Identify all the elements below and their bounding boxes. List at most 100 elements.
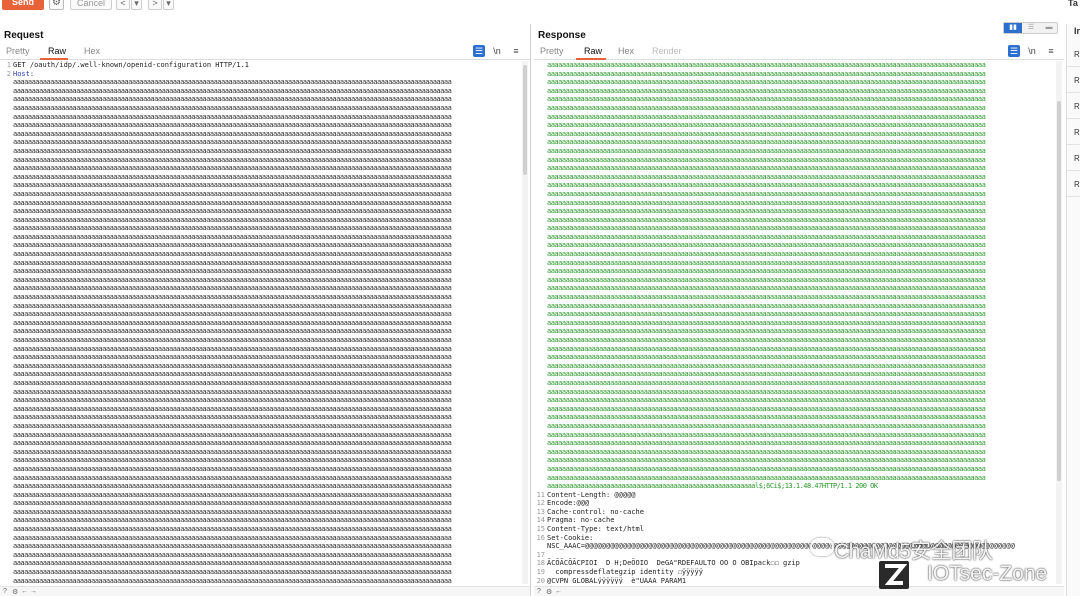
payload-line: aaaaaaaaaaaaaaaaaaaaaaaaaaaaaaaaaaaaaaaa… bbox=[534, 147, 1054, 156]
inspector-section[interactable]: Re bbox=[1067, 94, 1080, 119]
payload-text: aaaaaaaaaaaaaaaaaaaaaaaaaaaaaaaaaaaaaaaa… bbox=[547, 232, 986, 241]
inspector-section[interactable]: Re bbox=[1067, 172, 1080, 197]
split-vertical-icon[interactable]: ☰ bbox=[1022, 23, 1040, 33]
single-view-icon[interactable]: ▬ bbox=[1040, 23, 1058, 33]
request-vertical-scrollbar[interactable] bbox=[522, 61, 528, 584]
panel-divider[interactable] bbox=[530, 24, 531, 596]
help-icon[interactable]: ? bbox=[537, 588, 541, 595]
payload-line: aaaaaaaaaaaaaaaaaaaaaaaaaaaaaaaaaaaaaaaa… bbox=[0, 345, 520, 354]
payload-line: aaaaaaaaaaaaaaaaaaaaaaaaaaaaaaaaaaaaaaaa… bbox=[0, 164, 520, 173]
response-search-bar: ? ⚙ ← bbox=[534, 586, 1064, 596]
tab-response-pretty[interactable]: Pretty bbox=[540, 46, 564, 56]
forward-history-dropdown[interactable]: ▾ bbox=[163, 0, 174, 10]
send-button[interactable]: Send bbox=[2, 0, 44, 10]
response-editor[interactable]: aaaaaaaaaaaaaaaaaaaaaaaaaaaaaaaaaaaaaaaa… bbox=[534, 61, 1054, 584]
payload-text: aaaaaaaaaaaaaaaaaaaaaaaaaaaaaaaaaaaaaaaa… bbox=[547, 189, 986, 198]
payload-text: aaaaaaaaaaaaaaaaaaaaaaaaaaaaaaaaaaaaaaaa… bbox=[547, 344, 986, 353]
payload-line: aaaaaaaaaaaaaaaaaaaaaaaaaaaaaaaaaaaaaaaa… bbox=[0, 525, 520, 534]
tab-request-raw[interactable]: Raw bbox=[48, 46, 66, 56]
payload-text: aaaaaaaaaaaaaaaaaaaaaaaaaaaaaaaaaaaaaaaa… bbox=[13, 516, 452, 525]
payload-text: aaaaaaaaaaaaaaaaaaaaaaaaaaaaaaaaaaaaaaaa… bbox=[547, 155, 986, 164]
payload-text: aaaaaaaaaaaaaaaaaaaaaaaaaaaaaaaaaaaaaaaa… bbox=[13, 568, 452, 577]
forward-arrow-icon[interactable]: → bbox=[30, 588, 37, 595]
payload-text: aaaaaaaaaaaaaaaaaaaaaaaaaaaaaaaaaaaaaaaa… bbox=[13, 121, 452, 130]
back-arrow-icon[interactable]: ← bbox=[555, 588, 562, 595]
tab-response-raw[interactable]: Raw bbox=[584, 46, 602, 56]
tab-request-hex[interactable]: Hex bbox=[84, 46, 100, 56]
host-header-text: Host: bbox=[13, 69, 35, 78]
line-number: 19 bbox=[536, 568, 545, 577]
inspector-section[interactable]: Re bbox=[1067, 42, 1080, 67]
payload-line: aaaaaaaaaaaaaaaaaaaaaaaaaaaaaaaaaaaaaaaa… bbox=[0, 233, 520, 242]
newline-toggle-icon[interactable]: \n bbox=[1026, 45, 1038, 57]
help-icon[interactable]: ? bbox=[3, 588, 7, 595]
payload-line: aaaaaaaaaaaaaaaaaaaaaaaaaaaaaaaaaaaaaaaa… bbox=[0, 173, 520, 182]
response-panel: Response Pretty Raw Hex Render ☰ \n ≡ aa… bbox=[534, 24, 1064, 596]
payload-text: aaaaaaaaaaaaaaaaaaaaaaaaaaaaaaaaaaaaaaaa… bbox=[547, 61, 986, 69]
payload-text: aaaaaaaaaaaaaaaaaaaaaaaaaaaaaaaaaaaaaaaa… bbox=[547, 336, 986, 344]
payload-line: aaaaaaaaaaaaaaaaaaaaaaaaaaaaaaaaaaaaaaaa… bbox=[0, 147, 520, 156]
payload-line: aaaaaaaaaaaaaaaaaaaaaaaaaaaaaaaaaaaaaaaa… bbox=[0, 267, 520, 276]
payload-text: aaaaaaaaaaaaaaaaaaaaaaaaaaaaaaaaaaaaaaaa… bbox=[13, 95, 452, 104]
tab-response-hex[interactable]: Hex bbox=[618, 46, 634, 56]
line-number: 13 bbox=[536, 507, 545, 516]
target-tab-label[interactable]: Ta bbox=[1068, 0, 1078, 8]
request-scroll-thumb[interactable] bbox=[523, 65, 527, 175]
request-editor[interactable]: 1 GET /oauth/idp/.well-known/openid-confi… bbox=[0, 61, 520, 584]
response-view-tabs: Pretty Raw Hex Render ☰ \n ≡ bbox=[534, 44, 1064, 60]
payload-text: aaaaaaaaaaaaaaaaaaaaaaaaaaaaaaaaaaaaaaaa… bbox=[547, 241, 986, 250]
wrap-lines-icon[interactable]: ☰ bbox=[1008, 45, 1020, 57]
payload-text: aaaaaaaaaaaaaaaaaaaaaaaaaaaaaaaaaaaaaaaa… bbox=[13, 293, 452, 302]
payload-text: aaaaaaaaaaaaaaaaaaaaaaaaaaaaaaaaaaaaaaaa… bbox=[547, 275, 986, 284]
payload-line: aaaaaaaaaaaaaaaaaaaaaaaaaaaaaaaaaaaaaaaa… bbox=[534, 87, 1054, 96]
active-tab-underline bbox=[576, 58, 606, 60]
payload-text: aaaaaaaaaaaaaaaaaaaaaaaaaaaaaaaaaaaaaaaa… bbox=[13, 559, 452, 568]
line-number: 20 bbox=[536, 576, 545, 584]
payload-line: aaaaaaaaaaaaaaaaaaaaaaaaaaaaaaaaaaaaaaaa… bbox=[534, 156, 1054, 165]
payload-text: aaaaaaaaaaaaaaaaaaaaaaaaaaaaaaaaaaaaaaaa… bbox=[13, 370, 452, 379]
payload-line: aaaaaaaaaaaaaaaaaaaaaaaaaaaaaaaaaaaaaaaa… bbox=[0, 130, 520, 139]
settings-gear-icon[interactable]: ⚙ bbox=[49, 0, 64, 10]
payload-line: aaaaaaaaaaaaaaaaaaaaaaaaaaaaaaaaaaaaaaaa… bbox=[0, 78, 520, 87]
payload-text: aaaaaaaaaaaaaaaaaaaaaaaaaaaaaaaaaaaaaaaa… bbox=[13, 112, 452, 121]
payload-text: aaaaaaaaaaaaaaaaaaaaaaaaaaaaaaaaaaaaaaaa… bbox=[547, 370, 986, 379]
inspector-section[interactable]: Re bbox=[1067, 146, 1080, 171]
payload-line: aaaaaaaaaaaaaaaaaaaaaaaaaaaaaaaaaaaaaaaa… bbox=[0, 190, 520, 199]
payload-text: aaaaaaaaaaaaaaaaaaaaaaaaaaaaaaaaaaaaaaaa… bbox=[13, 413, 452, 422]
payload-text: aaaaaaaaaaaaaaaaaaaaaaaaaaaaaaaaaaaaaaaa… bbox=[13, 507, 452, 516]
response-vertical-scrollbar[interactable] bbox=[1056, 61, 1062, 584]
menu-icon[interactable]: ≡ bbox=[510, 45, 522, 57]
cancel-button[interactable]: Cancel bbox=[70, 0, 112, 10]
payload-text: aaaaaaaaaaaaaaaaaaaaaaaaaaaaaaaaaaaaaaaa… bbox=[13, 336, 452, 344]
request-view-tabs: Pretty Raw Hex ☰ \n ≡ bbox=[0, 44, 530, 60]
inspector-section[interactable]: Re bbox=[1067, 68, 1080, 93]
line-number: 11 bbox=[536, 490, 545, 499]
back-arrow-icon[interactable]: ← bbox=[21, 588, 28, 595]
payload-line: aaaaaaaaaaaaaaaaaaaaaaaaaaaaaaaaaaaaaaaa… bbox=[534, 353, 1054, 362]
tab-request-pretty[interactable]: Pretty bbox=[6, 46, 30, 56]
payload-line: aaaaaaaaaaaaaaaaaaaaaaaaaaaaaaaaaaaaaaaa… bbox=[0, 250, 520, 259]
forward-button[interactable]: > bbox=[148, 0, 162, 10]
watermark-site: IOTsec-Zone bbox=[927, 562, 1048, 585]
settings-gear-icon[interactable]: ⚙ bbox=[12, 588, 18, 596]
wrap-lines-icon[interactable]: ☰ bbox=[473, 45, 485, 57]
payload-text: aaaaaaaaaaaaaaaaaaaaaaaaaaaaaaaaaaaaaaaa… bbox=[13, 361, 452, 370]
payload-text: aaaaaaaaaaaaaaaaaaaaaaaaaaaaaaaaaaaaaaaa… bbox=[13, 232, 452, 241]
tab-response-render[interactable]: Render bbox=[652, 46, 682, 56]
payload-line: aaaaaaaaaaaaaaaaaaaaaaaaaaaaaaaaaaaaaaaa… bbox=[534, 293, 1054, 302]
payload-text: aaaaaaaaaaaaaaaaaaaaaaaaaaaaaaaaaaaaaaaa… bbox=[13, 542, 452, 551]
payload-text: aaaaaaaaaaaaaaaaaaaaaaaaaaaaaaaaaaaaaaaa… bbox=[13, 353, 452, 362]
menu-icon[interactable]: ≡ bbox=[1045, 45, 1057, 57]
payload-text: aaaaaaaaaaaaaaaaaaaaaaaaaaaaaaaaaaaaaaaa… bbox=[547, 353, 986, 362]
split-horizontal-icon[interactable]: ▮▮ bbox=[1004, 23, 1022, 33]
back-history-dropdown[interactable]: ▾ bbox=[131, 0, 142, 10]
back-button[interactable]: < bbox=[116, 0, 130, 10]
payload-text: aaaaaaaaaaaaaaaaaaaaaaaaaaaaaaaaaaaaaaaa… bbox=[547, 310, 986, 319]
payload-text: aaaaaaaaaaaaaaaaaaaaaaaaaaaaaaaaaaaaaaaa… bbox=[547, 267, 986, 276]
payload-text: aaaaaaaaaaaaaaaaaaaaaaaaaaaaaaaaaaaaaaaa… bbox=[547, 387, 986, 396]
newline-toggle-icon[interactable]: \n bbox=[491, 45, 503, 57]
inspector-section[interactable]: Re bbox=[1067, 120, 1080, 145]
settings-gear-icon[interactable]: ⚙ bbox=[546, 588, 552, 596]
payload-line: aaaaaaaaaaaaaaaaaaaaaaaaaaaaaaaaaaaaaaaa… bbox=[0, 456, 520, 465]
response-scroll-thumb[interactable] bbox=[1057, 101, 1061, 481]
